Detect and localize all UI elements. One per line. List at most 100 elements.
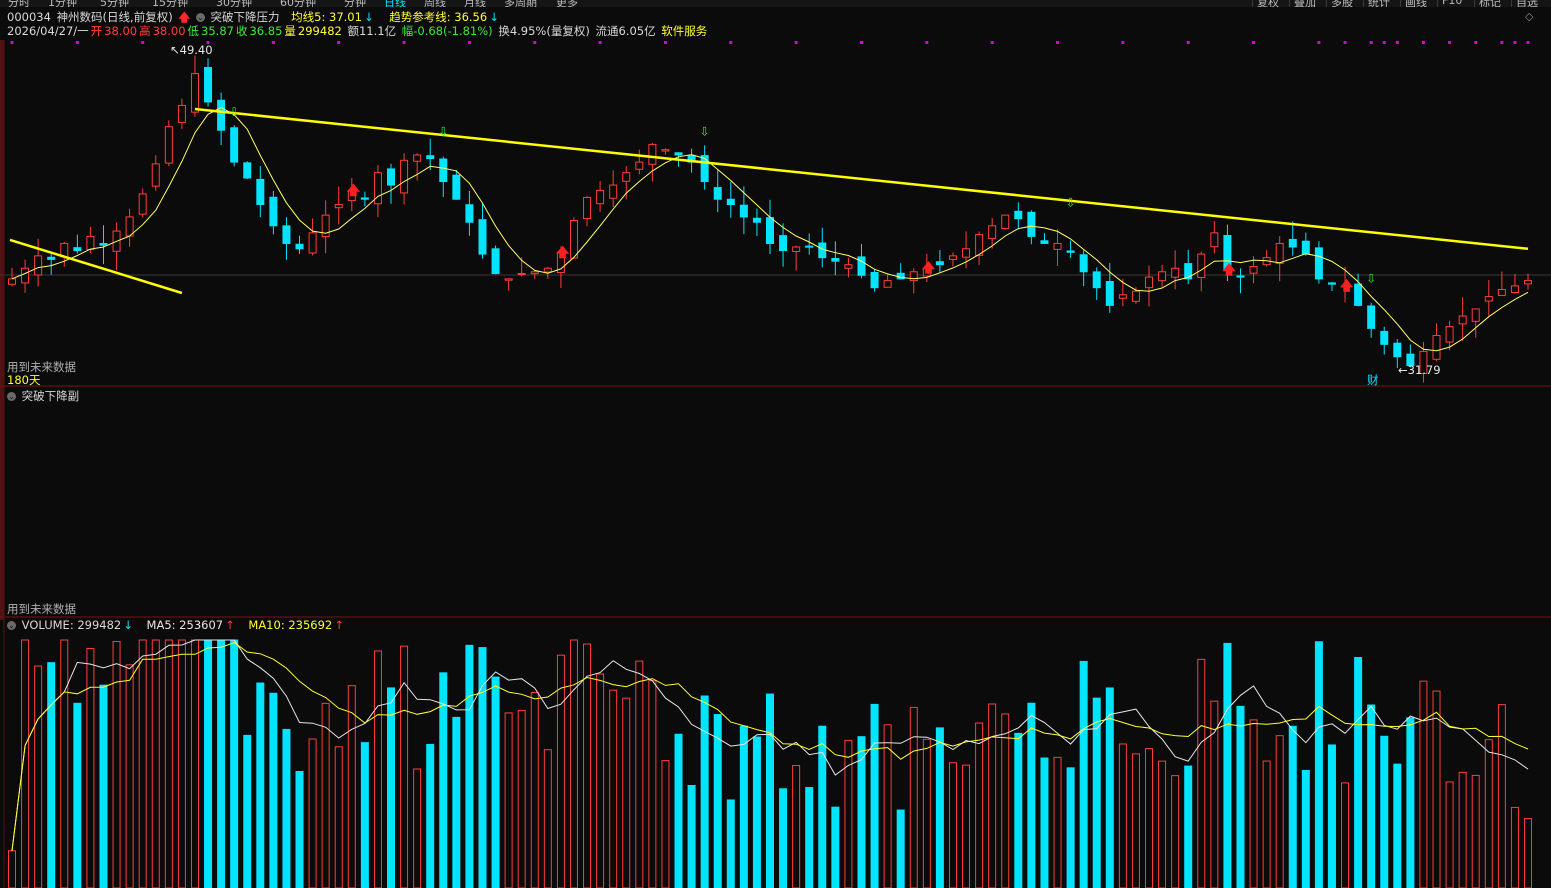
toolbar-button-6[interactable]: 标记 bbox=[1474, 0, 1505, 7]
period-tab-10[interactable]: 多周期 bbox=[504, 0, 537, 7]
period-tab-6[interactable]: 分钟 bbox=[344, 0, 366, 7]
volume-bar bbox=[687, 784, 696, 888]
price-chart: 🡅 🡅 🡅 🡅 🡅 ⇩ ⇩ ⇩ ⇩ ⇩ bbox=[0, 40, 1551, 888]
period-tab-7[interactable]: 日线 bbox=[384, 0, 406, 7]
signal-dot bbox=[271, 41, 275, 44]
volume-bar bbox=[282, 728, 291, 888]
toolbar-button-2[interactable]: 多股 bbox=[1326, 0, 1357, 7]
candle-body bbox=[504, 278, 513, 281]
indicator-toggle-icon[interactable]: ⌄ bbox=[195, 13, 205, 22]
volume-bar bbox=[530, 692, 539, 888]
volume-bar bbox=[779, 788, 788, 888]
candle-body bbox=[360, 197, 369, 200]
low-value: 35.87 bbox=[201, 24, 234, 38]
toolbar-button-7[interactable]: 自选 bbox=[1511, 0, 1542, 7]
candle-body bbox=[713, 187, 722, 200]
candle-body bbox=[700, 155, 709, 183]
period-tab-9[interactable]: 月线 bbox=[464, 0, 486, 7]
period-tab-3[interactable]: 15分钟 bbox=[152, 0, 188, 7]
descending-pressure-line bbox=[194, 107, 1529, 251]
financial-report-badge[interactable]: 财 bbox=[1367, 372, 1379, 388]
volume-bar bbox=[674, 733, 683, 888]
candle-body bbox=[491, 248, 500, 275]
high-label: 高 bbox=[139, 24, 151, 38]
toolbar-button-5[interactable]: F10 bbox=[1437, 0, 1466, 7]
volume-title[interactable]: VOLUME: 299482 bbox=[22, 618, 122, 632]
volume-bar bbox=[896, 809, 905, 888]
period-tab-8[interactable]: 周线 bbox=[424, 0, 446, 7]
signal-dot bbox=[337, 41, 341, 44]
period-tab-5[interactable]: 60分钟 bbox=[280, 0, 316, 7]
signal-dot bbox=[859, 41, 863, 44]
stock-name[interactable]: 神州数码(日线,前复权) bbox=[57, 10, 173, 24]
indicator-name[interactable]: 突破下降压力 bbox=[211, 10, 280, 24]
volume-bar bbox=[1524, 818, 1532, 888]
left-side-strip bbox=[0, 40, 4, 620]
candle-body bbox=[34, 255, 43, 276]
volume-bar bbox=[661, 760, 670, 888]
trend-down-arrow-icon: ↓ bbox=[489, 10, 499, 24]
candle-body bbox=[1367, 305, 1376, 329]
volume-bar bbox=[125, 664, 134, 888]
toolbar-button-3[interactable]: 统计 bbox=[1363, 0, 1394, 7]
volume-bar bbox=[962, 764, 971, 888]
candle-body bbox=[569, 219, 578, 259]
volume-bar bbox=[1288, 725, 1297, 888]
sub-future-note: 用到未来数据 bbox=[7, 602, 76, 616]
volume-bar bbox=[1236, 705, 1245, 888]
volume-bar bbox=[909, 706, 918, 888]
candle-body bbox=[1275, 242, 1284, 264]
signal-dot bbox=[598, 41, 602, 44]
candle-body bbox=[609, 184, 618, 199]
volume-bar bbox=[1092, 697, 1101, 888]
signal-dot bbox=[1500, 41, 1504, 44]
buy-signal-arrow-icon: 🡅 bbox=[922, 261, 936, 276]
vol-toggle-icon[interactable]: ⌄ bbox=[7, 621, 16, 630]
candle-body bbox=[73, 247, 82, 252]
candle-body bbox=[230, 127, 239, 163]
volume-bar bbox=[1040, 757, 1049, 888]
candle-body bbox=[217, 99, 226, 131]
period-tab-1[interactable]: 1分钟 bbox=[48, 0, 77, 7]
volume-bar bbox=[21, 639, 30, 888]
volume-ma10-line bbox=[11, 642, 1529, 851]
candle-body bbox=[870, 271, 879, 289]
candle-body bbox=[805, 245, 814, 248]
ma5-line bbox=[11, 107, 1529, 352]
candle-body bbox=[8, 278, 16, 285]
toolbar-button-4[interactable]: 画线 bbox=[1400, 0, 1431, 7]
toolbar-button-0[interactable]: 复权 bbox=[1252, 0, 1283, 7]
candle-body bbox=[1314, 247, 1323, 280]
volume-panel-header: ⌄ VOLUME: 299482 ↓ MA5: 253607 ↑ MA10: 235… bbox=[7, 618, 346, 632]
signal-dot bbox=[1448, 41, 1452, 44]
volume-bar bbox=[230, 639, 239, 888]
period-tab-0[interactable]: 分时 bbox=[8, 0, 30, 7]
volume-bar bbox=[948, 762, 957, 888]
candle-body bbox=[125, 216, 134, 237]
volume-bar bbox=[556, 654, 565, 888]
volume-bar bbox=[243, 734, 252, 888]
toolbar-button-1[interactable]: 叠加 bbox=[1289, 0, 1320, 7]
sub-panel-title[interactable]: 突破下降副 bbox=[22, 389, 80, 403]
sub-toggle-icon[interactable]: ⌄ bbox=[7, 392, 16, 401]
sector-link[interactable]: 软件服务 bbox=[661, 24, 707, 38]
candle-body bbox=[530, 271, 539, 275]
candle-body bbox=[295, 243, 304, 250]
candle-body bbox=[1014, 210, 1023, 220]
candle-body bbox=[1524, 280, 1532, 285]
volume-bar bbox=[622, 697, 631, 888]
period-tab-4[interactable]: 30分钟 bbox=[216, 0, 252, 7]
short-trend-line bbox=[9, 238, 183, 295]
candle-body bbox=[308, 232, 317, 254]
candle-body bbox=[1210, 232, 1219, 248]
diamond-icon[interactable]: ◇ bbox=[1525, 10, 1533, 23]
volume-bar bbox=[60, 639, 69, 888]
period-tab-2[interactable]: 5分钟 bbox=[100, 0, 129, 7]
volume-bar bbox=[47, 662, 56, 888]
buy-signal-arrow-icon: 🡅 bbox=[556, 245, 570, 260]
candle-body bbox=[1288, 238, 1297, 248]
candle-body bbox=[112, 230, 121, 252]
period-tab-11[interactable]: 更多 bbox=[556, 0, 578, 7]
volume-bar bbox=[713, 714, 722, 888]
signal-dot bbox=[990, 41, 994, 44]
